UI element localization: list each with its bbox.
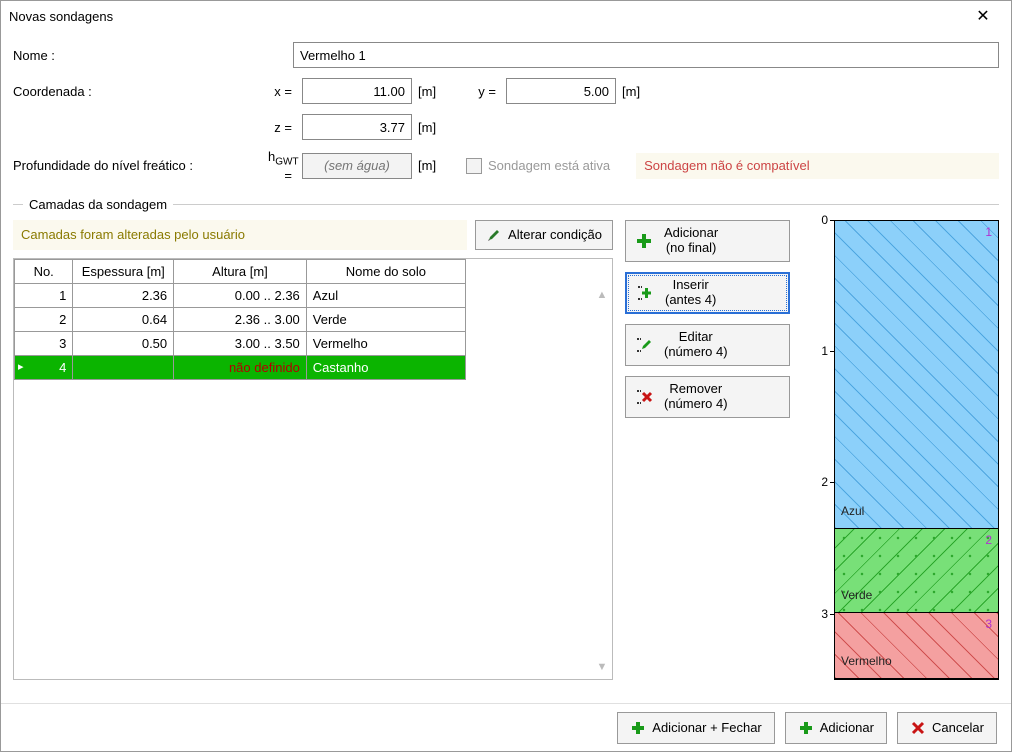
add-and-close-button[interactable]: Adicionar + Fechar: [617, 712, 774, 744]
edit-icon: [634, 336, 654, 354]
x-input[interactable]: [302, 78, 412, 104]
name-label: Nome :: [13, 48, 259, 63]
layers-table[interactable]: No. Espessura [m] Altura [m] Nome do sol…: [13, 258, 613, 680]
coord-label: Coordenada :: [13, 84, 268, 99]
add-button[interactable]: Adicionar: [785, 712, 887, 744]
th-altura: Altura [m]: [174, 259, 307, 283]
depth-axis: 0123: [802, 220, 830, 680]
name-input[interactable]: [293, 42, 999, 68]
profile-layer: 1Azul: [835, 221, 998, 530]
z-label: z =: [268, 120, 296, 135]
insert-icon: [635, 284, 655, 302]
section-title: Camadas da sondagem: [23, 197, 173, 212]
x-label: x =: [268, 84, 296, 99]
plus-icon: [630, 720, 646, 736]
table-row[interactable]: 20.642.36 .. 3.00Verde: [15, 307, 466, 331]
gwt-label: Profundidade do nível freático :: [13, 158, 193, 173]
th-no: No.: [15, 259, 73, 283]
active-checkbox: [466, 158, 482, 174]
cancel-icon: [910, 720, 926, 736]
y-label: y =: [472, 84, 500, 99]
edit-layer-button[interactable]: Editar(número 4): [625, 324, 790, 366]
table-row[interactable]: 12.360.00 .. 2.36Azul: [15, 283, 466, 307]
y-input[interactable]: [506, 78, 616, 104]
z-unit: [m]: [418, 120, 448, 135]
close-icon[interactable]: ✕: [963, 2, 1003, 30]
gwt-symbol: hGWT =: [268, 149, 296, 183]
scroll-up-icon[interactable]: ▲: [594, 287, 610, 303]
y-unit: [m]: [622, 84, 652, 99]
gwt-input: [302, 153, 412, 179]
cancel-button[interactable]: Cancelar: [897, 712, 997, 744]
add-layer-button[interactable]: Adicionar(no final): [625, 220, 790, 262]
x-unit: [m]: [418, 84, 448, 99]
error-message: Sondagem não é compatível: [636, 153, 999, 179]
window-title: Novas sondagens: [9, 9, 963, 24]
th-espessura: Espessura [m]: [73, 259, 174, 283]
soil-profile: 1Azul2Verde3Vermelho: [834, 220, 999, 680]
add-icon: [634, 232, 654, 250]
gwt-unit: [m]: [418, 158, 448, 173]
insert-layer-button[interactable]: Inserir(antes 4): [625, 272, 790, 314]
notice-banner: Camadas foram alteradas pelo usuário: [13, 220, 467, 250]
table-row[interactable]: 30.503.00 .. 3.50Vermelho: [15, 331, 466, 355]
profile-layer: 2Verde: [835, 529, 998, 613]
remove-layer-button[interactable]: Remover(número 4): [625, 376, 790, 418]
table-row[interactable]: ▸4não definidoCastanho: [15, 355, 466, 379]
plus-icon: [798, 720, 814, 736]
pencil-icon: [486, 227, 502, 243]
profile-layer: 3Vermelho: [835, 613, 998, 678]
scroll-down-icon[interactable]: ▼: [594, 659, 610, 675]
active-label: Sondagem está ativa: [488, 158, 610, 173]
alter-condition-button[interactable]: Alterar condição: [475, 220, 613, 250]
th-nome: Nome do solo: [306, 259, 465, 283]
z-input[interactable]: [302, 114, 412, 140]
remove-icon: [634, 388, 654, 406]
